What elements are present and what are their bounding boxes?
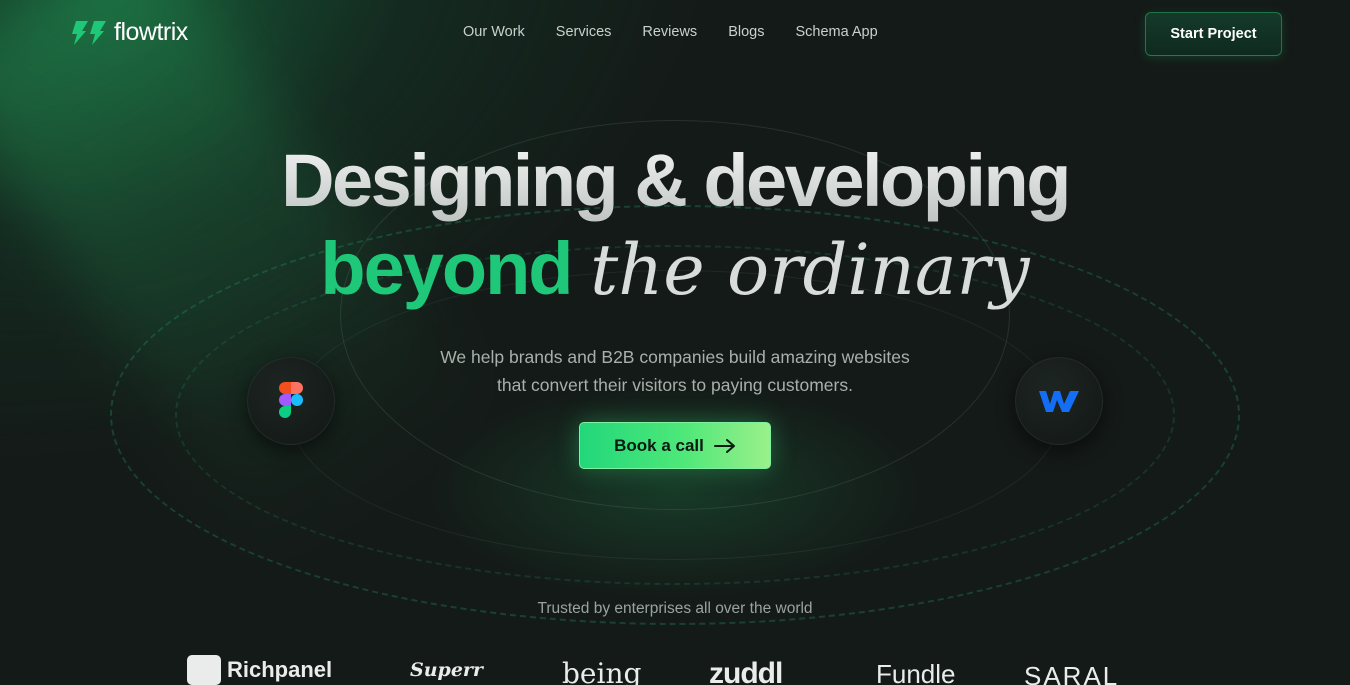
nav-item-blogs[interactable]: Blogs xyxy=(728,24,764,40)
nav-item-schema-app[interactable]: Schema App xyxy=(795,24,877,40)
logo-zuddl: zuddl xyxy=(709,657,783,685)
webflow-badge xyxy=(1015,357,1103,445)
hero-headline-line2: beyond the ordinary xyxy=(0,226,1350,311)
hero-headline-line1: Designing & developing xyxy=(0,138,1350,223)
brand-logo[interactable]: flowtrix xyxy=(68,18,188,47)
hero-subtitle-line2: that convert their visitors to paying cu… xyxy=(497,375,853,395)
client-logos: Richpanel Superr being zuddl Fundle SARA… xyxy=(0,655,1350,685)
logo-superr: Superr xyxy=(410,659,483,681)
main-nav: Our Work Services Reviews Blogs Schema A… xyxy=(463,24,878,40)
hero-headline-serif: the ordinary xyxy=(590,229,1030,311)
nav-item-reviews[interactable]: Reviews xyxy=(642,24,697,40)
figma-icon xyxy=(279,382,303,418)
hero-subtitle-line1: We help brands and B2B companies build a… xyxy=(440,347,910,367)
book-call-button[interactable]: Book a call xyxy=(579,422,771,469)
flowtrix-logo-icon xyxy=(72,20,106,45)
logo-being: being xyxy=(562,657,642,685)
trusted-heading: Trusted by enterprises all over the worl… xyxy=(537,600,813,617)
start-project-button[interactable]: Start Project xyxy=(1145,12,1282,56)
logo-fundle: Fundle xyxy=(876,659,956,685)
logo-richpanel-text: Richpanel xyxy=(227,657,333,682)
site-header: flowtrix Our Work Services Reviews Blogs… xyxy=(0,0,1350,68)
brand-name: flowtrix xyxy=(114,18,188,46)
nav-item-services[interactable]: Services xyxy=(556,24,612,40)
arrow-right-icon xyxy=(713,438,735,453)
webflow-icon xyxy=(1039,391,1079,412)
logo-richpanel: Richpanel xyxy=(187,655,332,685)
book-call-label: Book a call xyxy=(614,435,704,455)
nav-item-our-work[interactable]: Our Work xyxy=(463,24,525,40)
hero-headline-green: beyond xyxy=(320,227,573,310)
hero-subtitle: We help brands and B2B companies build a… xyxy=(375,343,975,399)
figma-badge xyxy=(247,357,335,445)
richpanel-mark-icon xyxy=(187,655,221,685)
logo-saral: SARAL xyxy=(1024,661,1120,685)
